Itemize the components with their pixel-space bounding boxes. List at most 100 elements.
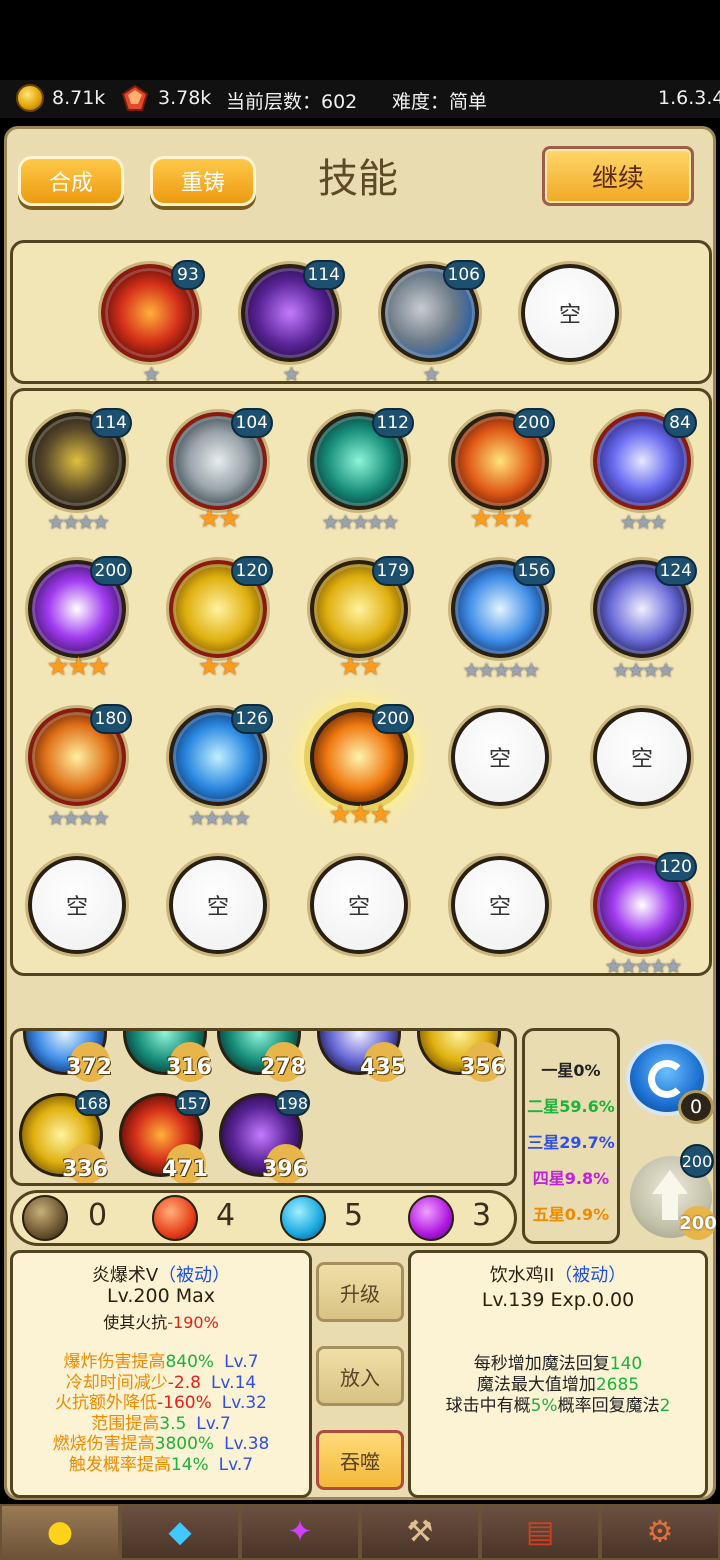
skill-slot[interactable]: 200 ★★★ (28, 556, 132, 682)
refresh-icon (648, 1060, 686, 1098)
star-icon: ★ (649, 510, 667, 534)
inventory-skill[interactable]: 435 (317, 1031, 406, 1082)
skill-slot[interactable]: 126 ★★★★ (169, 704, 273, 830)
upgrade-level-badge: 200 (680, 1144, 714, 1178)
empty-skill-slot[interactable]: 空 (593, 708, 691, 806)
star-rating: ★★★★ (47, 806, 110, 830)
inventory-skill[interactable]: 278 (217, 1031, 306, 1082)
inventory-skill[interactable]: 372 (23, 1031, 112, 1082)
skill-level-badge: 200 (371, 704, 414, 734)
star-icon: ★ (203, 806, 221, 830)
star-rating: ★★★★★ (321, 510, 400, 534)
nav-tab-forge[interactable]: ⚒ (360, 1504, 480, 1560)
star-rating: ★★ (198, 504, 242, 534)
empty-skill-slot[interactable]: 空 (28, 856, 126, 954)
star-icon: ★ (218, 806, 236, 830)
skill-slot[interactable]: 93 ★ (101, 260, 205, 386)
devour-cost: 471 (162, 1157, 208, 1182)
skill-level-badge: 93 (171, 260, 205, 290)
empty-label: 空 (630, 747, 653, 772)
gold-coin-icon (16, 84, 44, 112)
earth-orb-count: 0 (88, 1198, 108, 1233)
nav-tab-settings-gear[interactable]: ⚙ (600, 1504, 720, 1560)
skill-slot[interactable]: 180 ★★★★ (28, 704, 132, 830)
recast-button[interactable]: 重铸 (150, 156, 256, 206)
nav-tab-rune[interactable]: ✦ (240, 1504, 360, 1560)
skill-slot[interactable]: 114 ★ (241, 260, 345, 386)
devour-cost: 435 (360, 1055, 406, 1080)
compare-skill-info: 饮水鸡II（被动） Lv.139 Exp.0.00 每秒增加魔法回复140 魔法… (408, 1250, 708, 1498)
compare-skill-level: Lv.139 Exp.0.00 (481, 1289, 635, 1311)
skill-slot[interactable]: 200 ★★★ (310, 704, 414, 830)
empty-label: 空 (65, 895, 88, 920)
skill-slot[interactable]: 120 ★★★★★ (593, 852, 697, 978)
skill-slot[interactable]: 156 ★★★★★ (451, 556, 555, 682)
earth-orb-icon (22, 1195, 68, 1241)
star-rating: ★★★★★ (463, 658, 541, 682)
star-rating: ★★★★ (188, 806, 251, 830)
empty-label: 空 (206, 895, 229, 920)
star-rating: ★ (283, 362, 301, 386)
empty-skill-slot[interactable]: 空 (521, 264, 619, 362)
empty-skill-slot[interactable]: 空 (451, 708, 549, 806)
star-icon: ★ (381, 510, 399, 534)
empty-skill-slot[interactable]: 空 (310, 856, 408, 954)
crystal-icon: ◆ (168, 1514, 192, 1550)
skill-stat-line: 触发概率提高14% Lv.7 (68, 1455, 254, 1475)
star-icon: ★ (321, 510, 340, 534)
fire-orb-icon (152, 1195, 198, 1241)
water-orb-count: 5 (344, 1198, 364, 1233)
rate-two-star: 二星59.6% (527, 1097, 615, 1116)
star-rating: ★★ (198, 652, 242, 682)
skill-level: Lv.200 Max (107, 1285, 215, 1307)
skill-level-badge: 179 (371, 556, 414, 586)
star-icon: ★ (489, 504, 513, 534)
skill-level-badge: 157 (175, 1090, 210, 1116)
skill-slot[interactable]: 106 ★ (381, 260, 485, 386)
skill-level-badge: 124 (654, 556, 697, 586)
refresh-count-badge: 0 (678, 1090, 714, 1124)
star-icon: ★ (507, 658, 525, 682)
nav-tab-book[interactable]: ▤ (480, 1504, 600, 1560)
nav-tab-hero[interactable]: ● (0, 1504, 120, 1560)
devour-cost: 278 (260, 1055, 306, 1080)
inventory-skill[interactable]: 316 (123, 1031, 212, 1082)
skill-slot[interactable]: 120 ★★ (169, 556, 273, 682)
inventory-skill[interactable]: 157 471 (119, 1090, 210, 1183)
upgrade-skill-button[interactable]: 升级 (316, 1262, 404, 1322)
star-icon: ★ (66, 652, 90, 682)
fire-orb-count: 4 (216, 1198, 236, 1233)
star-icon: ★ (619, 954, 638, 978)
star-icon: ★ (366, 510, 384, 534)
star-icon: ★ (218, 652, 241, 682)
place-skill-button[interactable]: 放入 (316, 1346, 404, 1406)
synthesize-button[interactable]: 合成 (18, 156, 124, 206)
skill-slot[interactable]: 84 ★★★ (593, 408, 697, 534)
devour-skill-button[interactable]: 吞噬 (316, 1430, 404, 1490)
skill-slot[interactable]: 104 ★★ (169, 408, 273, 534)
skill-slot[interactable]: 124 ★★★★ (593, 556, 697, 682)
star-icon: ★ (62, 510, 80, 534)
skill-slot[interactable]: 179 ★★ (310, 556, 414, 682)
skill-slot[interactable]: 112 ★★★★★ (310, 408, 414, 534)
continue-button[interactable]: 继续 (542, 146, 694, 206)
star-icon: ★ (492, 658, 511, 682)
skill-slot[interactable]: 200 ★★★ (451, 408, 555, 534)
inventory-skill[interactable]: 356 (417, 1031, 506, 1082)
star-icon: ★ (338, 652, 362, 682)
nav-tab-crystal[interactable]: ◆ (120, 1504, 240, 1560)
settings-gear-icon: ⚙ (646, 1514, 674, 1550)
inventory-skill[interactable]: 168 336 (19, 1090, 110, 1183)
star-icon: ★ (351, 510, 370, 534)
skill-inventory[interactable]: 372 316 278 435 356 168 336 157 471 198 396 (10, 1028, 517, 1186)
inventory-skill[interactable]: 198 396 (219, 1090, 310, 1183)
star-icon: ★ (649, 954, 667, 978)
difficulty-label: 难度：简单 (392, 91, 488, 113)
empty-skill-slot[interactable]: 空 (451, 856, 549, 954)
star-icon: ★ (612, 658, 630, 682)
rate-four-star: 四星9.8% (532, 1169, 610, 1188)
empty-skill-slot[interactable]: 空 (169, 856, 267, 954)
skill-level-badge: 112 (371, 408, 414, 438)
skill-slot[interactable]: 114 ★★★★ (28, 408, 132, 534)
crystal-icon (121, 84, 149, 111)
